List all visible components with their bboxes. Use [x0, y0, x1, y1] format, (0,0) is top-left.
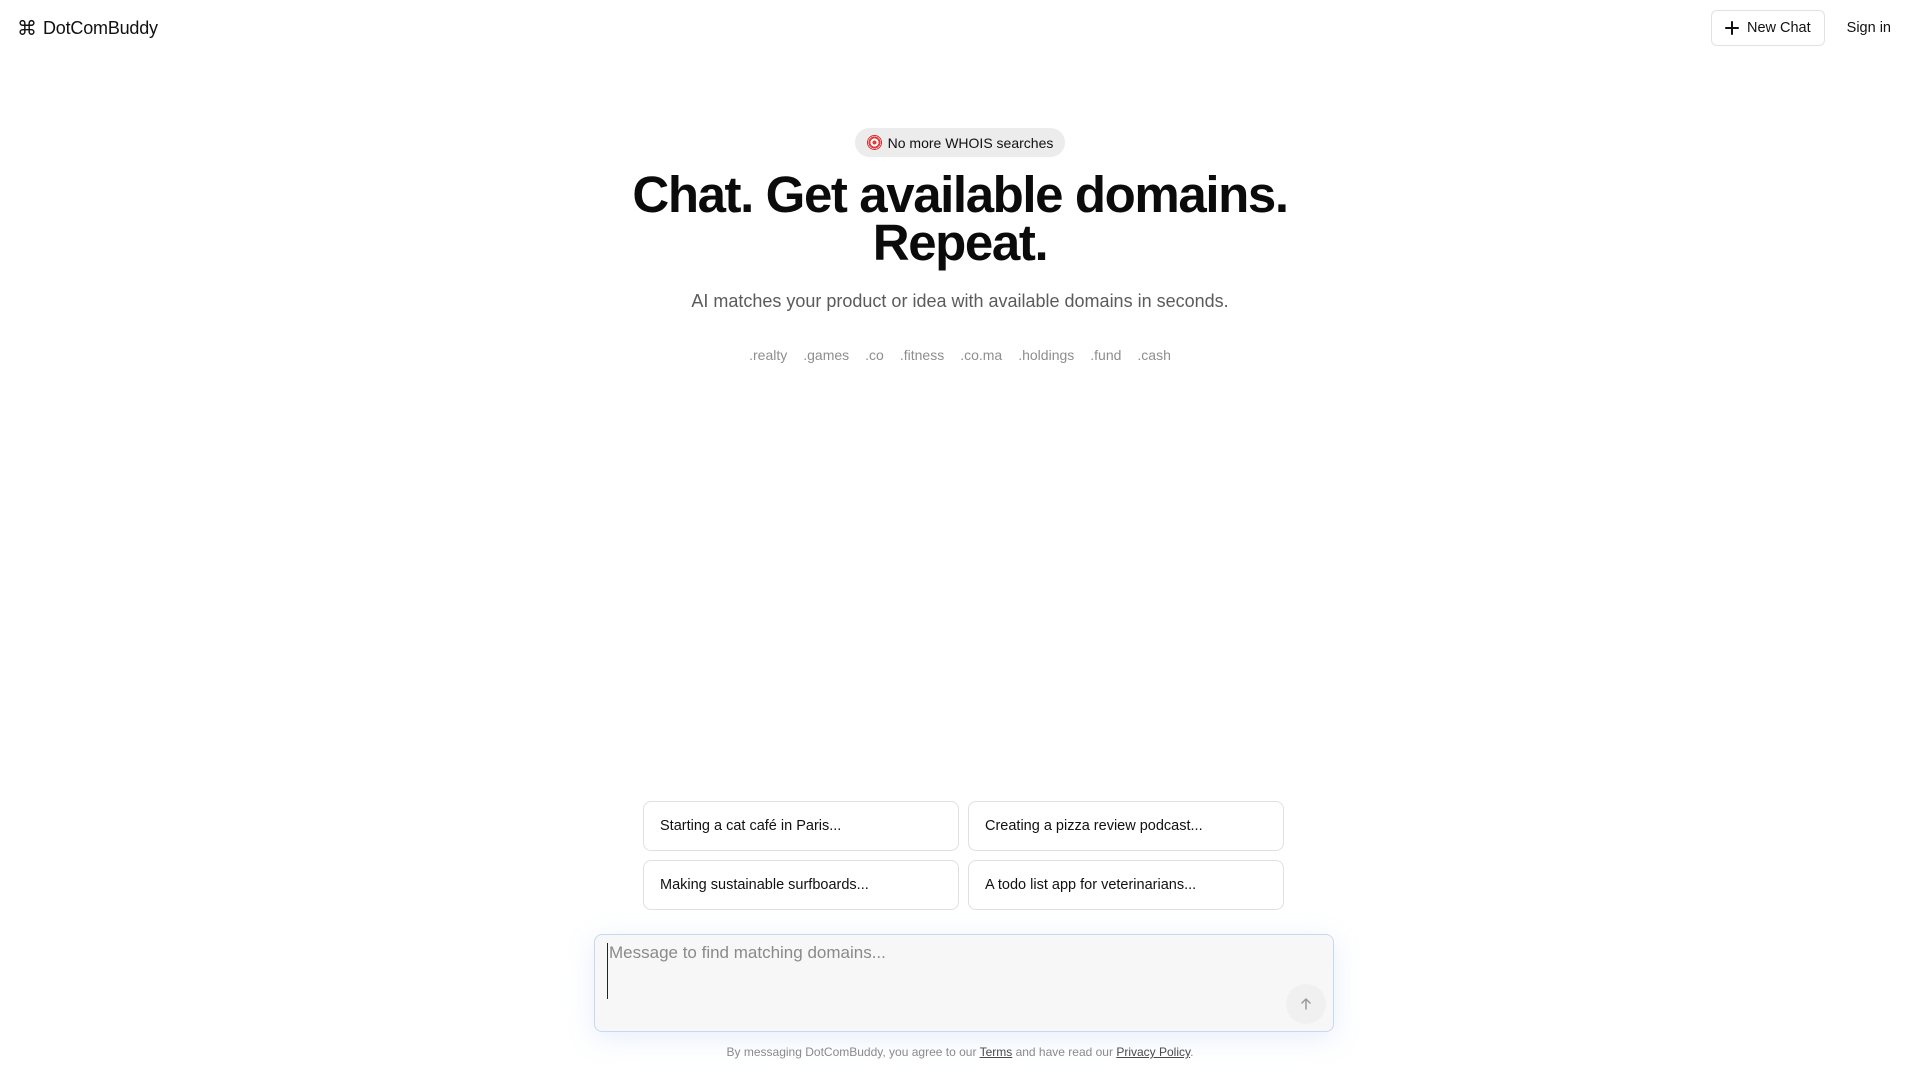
message-input[interactable]	[607, 943, 1307, 999]
suggestion-pizza-podcast[interactable]: Creating a pizza review podcast...	[968, 801, 1284, 851]
suggestion-todo-app[interactable]: A todo list app for veterinarians...	[968, 860, 1284, 910]
disclaimer-prefix: By messaging DotComBuddy, you agree to o…	[726, 1045, 980, 1059]
page-title: Chat. Get available domains. Repeat.	[632, 169, 1289, 268]
hero: No more WHOIS searches Chat. Get availab…	[0, 128, 1920, 363]
privacy-policy-link[interactable]: Privacy Policy	[1116, 1045, 1190, 1059]
tld-item: .fund	[1090, 347, 1122, 363]
terms-disclaimer: By messaging DotComBuddy, you agree to o…	[0, 1045, 1920, 1059]
top-bar: ⌘ DotComBuddy New Chat Sign in	[0, 0, 1920, 56]
tld-list: .realty .games .co .fitness .co.ma .hold…	[749, 347, 1171, 363]
disclaimer-suffix: .	[1190, 1045, 1194, 1059]
new-chat-button[interactable]: New Chat	[1710, 10, 1825, 46]
suggestion-grid: Starting a cat café in Paris... Creating…	[643, 801, 1285, 910]
tld-item: .realty	[749, 347, 788, 363]
page-subtitle: AI matches your product or idea with ava…	[691, 291, 1229, 311]
brand-logo-link[interactable]: ⌘ DotComBuddy	[17, 18, 158, 39]
tld-item: .cash	[1137, 347, 1171, 363]
arrow-up-icon	[1301, 998, 1311, 1010]
message-composer	[594, 934, 1334, 1032]
disclaimer-middle: and have read our	[1012, 1045, 1117, 1059]
tld-item: .co	[865, 347, 884, 363]
header-actions: New Chat Sign in	[1710, 10, 1903, 46]
feature-badge: No more WHOIS searches	[854, 128, 1066, 157]
tld-item: .co.ma	[960, 347, 1003, 363]
tld-item: .holdings	[1018, 347, 1075, 363]
target-icon	[866, 135, 882, 150]
brand-name: DotComBuddy	[43, 17, 158, 38]
terms-link[interactable]: Terms	[980, 1045, 1013, 1059]
send-button[interactable]	[1286, 984, 1326, 1024]
suggestion-cat-cafe[interactable]: Starting a cat café in Paris...	[643, 801, 959, 851]
tld-item: .games	[803, 347, 850, 363]
tld-item: .fitness	[899, 347, 945, 363]
badge-text: No more WHOIS searches	[887, 134, 1054, 151]
suggestion-surfboards[interactable]: Making sustainable surfboards...	[643, 860, 959, 910]
sign-in-button[interactable]: Sign in	[1835, 10, 1903, 46]
new-chat-label: New Chat	[1746, 20, 1811, 36]
plus-icon	[1724, 21, 1739, 35]
command-icon: ⌘	[17, 16, 37, 40]
page: ⌘ DotComBuddy New Chat Sign in No more W…	[0, 0, 1920, 1080]
title-line-2: Repeat.	[872, 214, 1049, 271]
